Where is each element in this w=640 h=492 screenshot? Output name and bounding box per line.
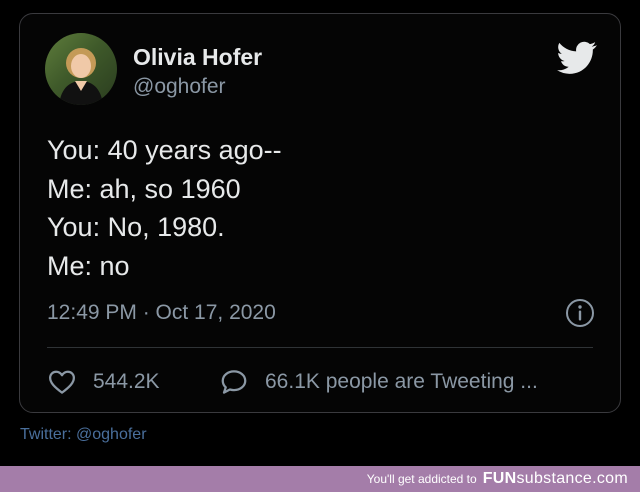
footer-bar: You'll get addicted to FUN substance.com bbox=[0, 466, 640, 492]
people-tweeting-text: 66.1K people are Tweeting ... bbox=[265, 370, 538, 393]
avatar[interactable] bbox=[45, 33, 117, 105]
people-tweeting-link[interactable]: 66.1K people are Tweeting ... bbox=[219, 367, 538, 397]
divider bbox=[47, 347, 593, 348]
twitter-bird-icon[interactable] bbox=[557, 41, 597, 75]
footer-brand-substance: substance.com bbox=[516, 470, 628, 487]
footer-branding[interactable]: You'll get addicted to FUN substance.com bbox=[367, 470, 628, 488]
source-credit[interactable]: Twitter: @oghofer bbox=[20, 425, 147, 445]
author-handle[interactable]: @oghofer bbox=[133, 74, 226, 100]
like-count: 544.2K bbox=[93, 370, 160, 393]
info-icon[interactable] bbox=[564, 297, 596, 329]
author-name[interactable]: Olivia Hofer bbox=[133, 44, 262, 70]
tweet-line: You: 40 years ago-- bbox=[47, 135, 282, 165]
tweet-timestamp[interactable]: 12:49 PM · Oct 17, 2020 bbox=[47, 300, 276, 326]
tweet-line: Me: ah, so 1960 bbox=[47, 173, 241, 204]
footer-tagline: You'll get addicted to bbox=[366, 472, 477, 486]
tweet-line: You: No, 1980. bbox=[47, 212, 225, 242]
like-button[interactable]: 544.2K bbox=[47, 367, 160, 397]
tweet-line: Me: no bbox=[47, 250, 130, 281]
tweet-card: Olivia Hofer @oghofer You: 40 years ago-… bbox=[19, 13, 621, 413]
heart-icon bbox=[49, 370, 75, 394]
footer-brand-fun: FUN bbox=[482, 470, 517, 487]
avatar-photo bbox=[59, 48, 103, 105]
tweet-actions: 544.2K 66.1K people are Tweeting ... bbox=[47, 367, 607, 397]
tweet-text: You: 40 years ago-- Me: ah, so 1960 You:… bbox=[47, 131, 282, 285]
speech-bubble-icon bbox=[221, 370, 247, 394]
